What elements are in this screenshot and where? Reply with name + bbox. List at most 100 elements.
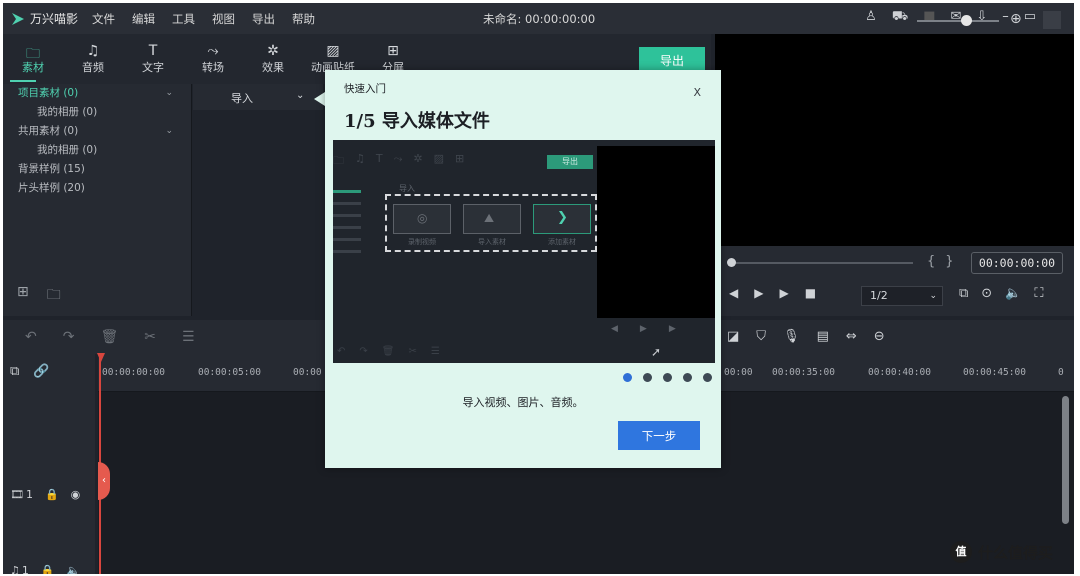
tab-effects[interactable]: ✲ 效果 xyxy=(243,34,303,84)
tree-item-label: 共用素材 (0) xyxy=(18,125,79,137)
dialog-title: 1/5 导入媒体文件 xyxy=(344,111,490,132)
undo-icon[interactable]: ↶ xyxy=(25,329,37,345)
chevron-down-icon[interactable]: ⌄ xyxy=(165,84,173,103)
cart-icon[interactable]: ⛟ xyxy=(892,9,908,26)
download-icon[interactable]: ⇩ xyxy=(976,9,987,26)
lock-icon[interactable]: 🔒 xyxy=(45,488,59,501)
tree-item-intro-samples[interactable]: 片头样例 (20) xyxy=(3,179,191,198)
zoom-slider[interactable] xyxy=(917,20,999,22)
page-dot[interactable] xyxy=(703,373,712,382)
tree-item-background-samples[interactable]: 背景样例 (15) xyxy=(3,160,191,179)
close-icon[interactable]: X xyxy=(693,86,701,99)
render-icon[interactable]: ◪ xyxy=(727,329,739,344)
mini-toolbar-icons: 🗀 ♫ T ⤳ ✲ ▨ ⊞ xyxy=(333,152,464,171)
audio-mixer-icon[interactable]: ▤ xyxy=(817,329,829,344)
sticker-icon: ▨ xyxy=(326,43,340,59)
mail-icon[interactable]: ✉ xyxy=(950,9,961,26)
chevron-down-icon[interactable]: ⌄ xyxy=(165,122,173,141)
thumb-caption: 录制视频 xyxy=(408,238,436,246)
tab-transition[interactable]: ⤳ 转场 xyxy=(183,34,243,84)
folder-icon: 🗀 xyxy=(26,46,40,62)
eye-icon[interactable]: ◉ xyxy=(71,488,81,501)
feedback-icon[interactable]: ■ xyxy=(923,9,935,26)
tree-item-project-media[interactable]: 项目素材 (0) ⌄ xyxy=(3,84,191,103)
fullscreen-icon[interactable]: ⛶ xyxy=(1034,286,1043,301)
tab-label: 文字 xyxy=(142,61,164,74)
library-footer: ⊞ 🗀 xyxy=(17,284,61,308)
menu-view[interactable]: 视图 xyxy=(212,11,235,27)
new-folder-icon[interactable]: ⊞ xyxy=(17,284,29,308)
page-dot[interactable] xyxy=(643,373,652,382)
page-dot[interactable] xyxy=(683,373,692,382)
page-dot[interactable] xyxy=(623,373,632,382)
timecode-display: 00:00:00:00 xyxy=(971,252,1063,274)
maximize-icon[interactable]: ▭ xyxy=(1024,9,1036,26)
menu-edit[interactable]: 编辑 xyxy=(132,11,155,27)
tab-audio[interactable]: ♫ 音频 xyxy=(63,34,123,84)
zoom-out-icon[interactable]: ⊖ xyxy=(874,329,885,344)
dialog-header: 快速入门 xyxy=(344,83,386,95)
next-step-button[interactable]: 下一步 xyxy=(618,421,700,450)
adjust-icon[interactable]: ☰ xyxy=(182,329,195,345)
fit-timeline-icon[interactable]: ⇔ xyxy=(846,329,857,344)
split-screen-icon: ⊞ xyxy=(387,43,399,59)
mini-import-label: 导入 xyxy=(399,184,415,193)
previous-frame-icon[interactable]: ◀ xyxy=(729,286,738,300)
tab-label: 效果 xyxy=(262,61,284,74)
lock-icon[interactable]: 🔒 xyxy=(41,564,55,574)
display-settings-icon[interactable]: ⧉ xyxy=(959,286,968,301)
tree-item-label: 片头样例 (20) xyxy=(18,182,85,194)
play-icon[interactable]: ▶ xyxy=(779,286,788,300)
microphone-icon[interactable]: 🎙 xyxy=(783,329,800,344)
tab-label: 音频 xyxy=(82,61,104,74)
collapse-panel-icon[interactable]: ‹ xyxy=(98,462,110,500)
shield-icon[interactable]: ⛉ xyxy=(756,329,766,344)
tree-item-my-album[interactable]: 我的相册 (0) xyxy=(3,103,191,122)
ruler-label: 00:00:35:00 xyxy=(772,367,835,378)
progress-handle[interactable] xyxy=(727,258,736,267)
progress-slider[interactable] xyxy=(733,262,913,264)
tab-media[interactable]: 🗀 素材 xyxy=(3,34,63,84)
vertical-scrollbar[interactable] xyxy=(1062,396,1069,524)
menu-tools[interactable]: 工具 xyxy=(172,11,195,27)
snapshot-icon[interactable]: ⊙ xyxy=(981,286,992,301)
menu-export[interactable]: 导出 xyxy=(252,11,275,27)
tab-text[interactable]: T 文字 xyxy=(123,34,183,84)
chevron-down-icon: ⌄ xyxy=(296,90,305,101)
mark-in-out-icon[interactable]: {} xyxy=(927,254,964,269)
user-icon[interactable]: ♙ xyxy=(865,9,877,26)
folder-icon: 🗀 xyxy=(333,154,344,167)
volume-icon[interactable]: 🔈 xyxy=(1005,286,1021,301)
zoom-handle[interactable] xyxy=(961,15,972,26)
link-icon[interactable]: 🔗 xyxy=(33,364,49,379)
minimize-icon[interactable]: – xyxy=(1002,9,1009,26)
import-dropdown[interactable]: 导入 ⌄ xyxy=(193,84,323,110)
timeline-tools: ◪ ⛉ 🎙 ▤ ⇔ ⊖ xyxy=(727,329,885,344)
tree-item-label: 我的相册 (0) xyxy=(37,106,98,118)
grid-icon[interactable] xyxy=(1043,11,1061,29)
app-logo-icon xyxy=(12,12,24,25)
playback-quality-select[interactable]: 1/2 ⌄ xyxy=(861,286,943,306)
redo-icon[interactable]: ↷ xyxy=(63,329,75,345)
media-thumbnail: ⛰ 导入素材 xyxy=(463,204,521,246)
tab-label: 素材 xyxy=(22,61,44,74)
play-pause-icon[interactable]: ▶ xyxy=(754,286,763,300)
add-media-thumbnail: ❯ 添加素材 xyxy=(533,204,591,246)
page-dot[interactable] xyxy=(663,373,672,382)
tree-item-my-album[interactable]: 我的相册 (0) xyxy=(3,141,191,160)
cut-icon[interactable]: ✂ xyxy=(144,329,156,345)
add-track-icon[interactable]: ⧉ xyxy=(10,364,19,379)
mini-export-button: 导出 xyxy=(547,155,593,169)
ruler-label: 00:00 xyxy=(293,367,322,378)
stop-icon[interactable]: ■ xyxy=(805,286,816,300)
playhead-handle[interactable] xyxy=(97,353,105,362)
audio-track-header: ♫ 1 🔒 🔈 xyxy=(10,564,80,574)
menu-file[interactable]: 文件 xyxy=(92,11,115,27)
delete-icon[interactable]: 🗑 xyxy=(100,329,118,345)
speaker-icon[interactable]: 🔈 xyxy=(67,564,81,574)
tree-item-shared-media[interactable]: 共用素材 (0) ⌄ xyxy=(3,122,191,141)
menu-help[interactable]: 帮助 xyxy=(292,11,315,27)
zoom-in-icon[interactable]: ⊕ xyxy=(1010,11,1022,27)
menu-bar: 文件 编辑 工具 视图 导出 帮助 xyxy=(92,11,332,27)
folder-icon[interactable]: 🗀 xyxy=(47,284,61,308)
